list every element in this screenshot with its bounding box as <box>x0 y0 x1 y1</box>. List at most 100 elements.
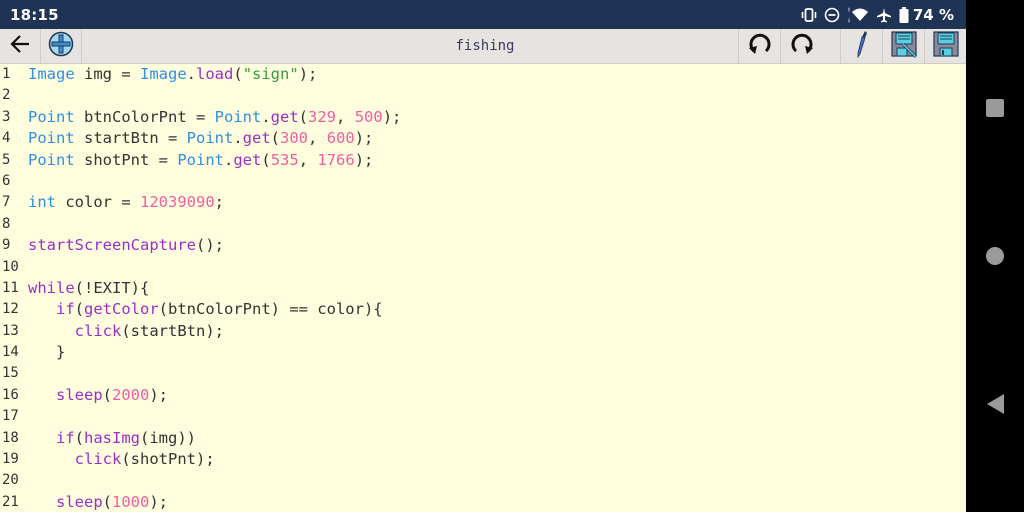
line-number: 15 <box>2 365 19 382</box>
code-token: ); <box>354 129 374 148</box>
code-token: (startBtn); <box>121 321 224 340</box>
code-token: color = <box>56 193 140 212</box>
code-line[interactable]: 17 <box>0 406 966 427</box>
code-line[interactable]: 13 click(startBtn); <box>0 321 966 342</box>
code-token: sleep <box>56 492 103 511</box>
code-token: Image <box>140 65 187 83</box>
code-token: int <box>28 193 56 212</box>
code-token: startScreenCapture <box>28 236 196 255</box>
code-line[interactable]: 18 if(hasImg(img)) <box>0 428 966 449</box>
save-icon <box>932 30 960 62</box>
save-button[interactable] <box>924 29 966 63</box>
code-line[interactable]: 8 <box>0 214 966 235</box>
nav-back-button[interactable] <box>966 384 1024 424</box>
code-line[interactable]: 19 click(shotPnt); <box>0 449 966 470</box>
code-token: ); <box>149 492 169 511</box>
code-text: sleep(1000); <box>28 492 168 512</box>
code-token: , <box>336 107 355 126</box>
code-token: if <box>56 300 75 319</box>
status-time: 18:15 <box>10 5 59 24</box>
code-text: while(!EXIT){ <box>28 278 149 299</box>
code-line[interactable]: 7 int color = 12039090; <box>0 192 966 213</box>
code-token: load <box>196 65 234 83</box>
color-picker-button[interactable] <box>840 29 882 63</box>
code-line[interactable]: 4 Point startBtn = Point.get(300, 600); <box>0 128 966 149</box>
code-token: 2000 <box>112 385 150 404</box>
save-as-button[interactable] <box>882 29 924 63</box>
add-button[interactable] <box>41 29 82 63</box>
code-token: Point <box>28 107 75 126</box>
code-token: "sign" <box>242 65 299 83</box>
code-line[interactable]: 3 Point btnColorPnt = Point.get(329, 500)… <box>0 107 966 128</box>
code-line[interactable]: 10 <box>0 257 966 278</box>
back-icon <box>986 394 1004 414</box>
code-token: get <box>242 129 271 148</box>
code-token: , <box>298 150 318 169</box>
code-token: ); <box>382 107 402 126</box>
code-token: startBtn = <box>74 129 187 148</box>
code-text: Point btnColorPnt = Point.get(329, 500); <box>28 107 401 128</box>
redo-icon <box>789 31 815 61</box>
code-token: get <box>270 107 299 126</box>
code-line[interactable]: 12 if(getColor(btnColorPnt) == color){ <box>0 299 966 320</box>
code-token: ); <box>149 385 169 404</box>
code-line[interactable]: 15 <box>0 363 966 384</box>
recents-button[interactable] <box>966 88 1024 128</box>
save-as-icon <box>890 30 918 62</box>
code-token: Point <box>214 107 262 126</box>
code-token: ); <box>354 150 374 169</box>
code-line[interactable]: 6 <box>0 171 966 192</box>
code-token: (img)) <box>140 428 197 447</box>
line-number: 5 <box>2 151 11 168</box>
code-token: 1000 <box>112 492 150 511</box>
pipette-icon <box>852 30 872 62</box>
code-text: sleep(2000); <box>28 385 168 406</box>
code-line[interactable]: 16 sleep(2000); <box>0 385 966 406</box>
code-token: while <box>28 278 75 297</box>
code-line[interactable]: 14 } <box>0 342 966 363</box>
code-line[interactable]: 2 <box>0 85 966 106</box>
code-editor[interactable]: 1 Image img = Image.load("sign"); 2 3 Point … <box>0 64 966 512</box>
line-number: 7 <box>2 194 11 211</box>
code-line[interactable]: 9 startScreenCapture(); <box>0 235 966 256</box>
redo-button[interactable] <box>780 29 822 63</box>
code-token: ( <box>261 150 271 169</box>
undo-icon <box>747 31 773 61</box>
vibrate-icon <box>801 7 817 22</box>
wifi-icon <box>847 6 869 23</box>
line-number: 20 <box>2 472 19 489</box>
code-line[interactable]: 20 <box>0 470 966 491</box>
line-number: 8 <box>2 215 11 232</box>
code-token: sleep <box>56 385 103 404</box>
code-token: 12039090 <box>140 193 215 212</box>
code-token: (btnColorPnt) == color){ <box>158 300 383 319</box>
code-token: 535 <box>270 150 299 169</box>
code-line[interactable]: 11 while(!EXIT){ <box>0 278 966 299</box>
code-line[interactable]: 1 Image img = Image.load("sign"); <box>0 64 966 85</box>
code-token: (!EXIT){ <box>74 278 150 297</box>
code-text: startScreenCapture(); <box>28 235 224 256</box>
code-token: ( <box>102 492 113 511</box>
code-token: getColor <box>84 300 159 319</box>
line-number: 17 <box>2 408 19 425</box>
code-token: Point <box>177 150 224 169</box>
recents-icon <box>986 99 1004 117</box>
airplane-icon <box>876 7 892 23</box>
code-token: ; <box>214 193 224 212</box>
code-token: . <box>261 107 271 126</box>
line-number: 21 <box>2 493 19 510</box>
code-token: ( <box>270 129 281 148</box>
back-arrow-icon <box>9 34 31 58</box>
code-line[interactable]: 5 Point shotPnt = Point.get(535, 1766); <box>0 150 966 171</box>
back-button[interactable] <box>0 29 41 63</box>
add-icon <box>48 31 74 61</box>
code-text: int color = 12039090; <box>28 192 224 213</box>
code-token: ( <box>102 385 113 404</box>
undo-button[interactable] <box>738 29 780 63</box>
code-line[interactable]: 21 sleep(1000); <box>0 492 966 512</box>
home-button[interactable] <box>966 236 1024 276</box>
code-token: Image <box>28 65 75 83</box>
code-text: Point shotPnt = Point.get(535, 1766); <box>28 150 373 171</box>
